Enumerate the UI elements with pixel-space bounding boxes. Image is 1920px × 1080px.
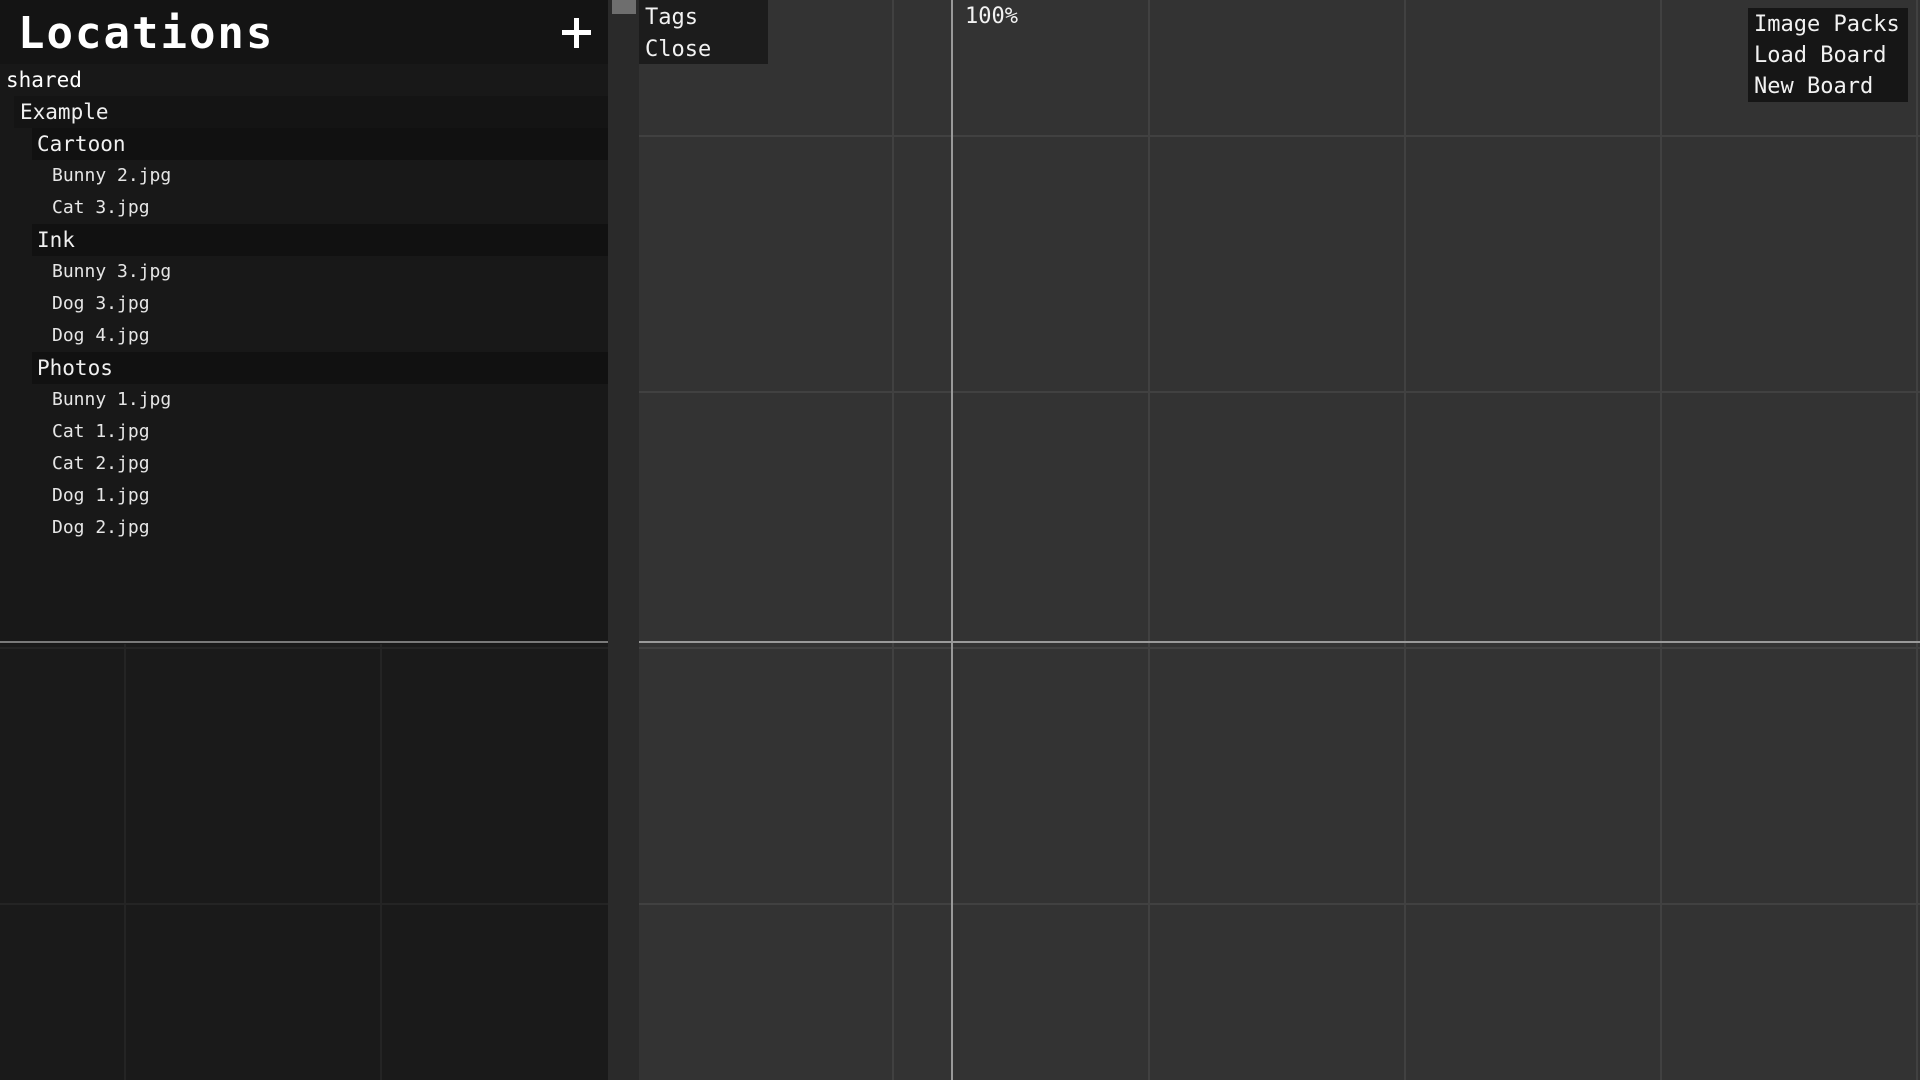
sidebar-scrollbar-thumb[interactable]: [612, 0, 636, 14]
tree-file[interactable]: Cat 2.jpg: [52, 448, 150, 480]
image-packs-button[interactable]: Image Packs: [1754, 10, 1900, 40]
panel-title: Locations: [18, 8, 275, 59]
tree-file[interactable]: Cat 3.jpg: [52, 192, 150, 224]
tree-file[interactable]: Bunny 2.jpg: [52, 160, 171, 192]
locations-header: Locations: [0, 0, 608, 64]
close-menu-item[interactable]: Close: [645, 35, 711, 65]
tree-file[interactable]: Bunny 3.jpg: [52, 256, 171, 288]
tree-file[interactable]: Cat 1.jpg: [52, 416, 150, 448]
tree-folder-cartoon[interactable]: Cartoon: [32, 128, 608, 160]
locations-panel: Locations shared Example Cartoon Bunny 2…: [0, 0, 608, 1080]
app-window: 100% Locations shared Example Cartoon Bu…: [0, 0, 1920, 1080]
tags-menu-item[interactable]: Tags: [645, 3, 698, 33]
file-tree: shared Example Cartoon Bunny 2.jpg Cat 3…: [0, 64, 608, 644]
tree-file[interactable]: Dog 3.jpg: [52, 288, 150, 320]
tree-file[interactable]: Dog 1.jpg: [52, 480, 150, 512]
add-location-button[interactable]: [556, 14, 596, 54]
tree-folder-ink[interactable]: Ink: [32, 224, 608, 256]
load-board-button[interactable]: Load Board: [1754, 41, 1886, 71]
tree-root-shared[interactable]: shared: [6, 64, 82, 96]
tree-folder-photos[interactable]: Photos: [32, 352, 608, 384]
origin-axis-vertical: [951, 0, 953, 1080]
new-board-button[interactable]: New Board: [1754, 72, 1873, 102]
board-menu: Image Packs Load Board New Board: [1748, 8, 1908, 102]
tree-file[interactable]: Dog 4.jpg: [52, 320, 150, 352]
tree-file[interactable]: Bunny 1.jpg: [52, 384, 171, 416]
tree-group-example[interactable]: Example: [14, 96, 608, 128]
sidebar-scrollbar-track[interactable]: [608, 0, 639, 1080]
zoom-level: 100%: [965, 4, 1018, 29]
panel-menu: Tags Close: [639, 0, 768, 64]
tree-file[interactable]: Dog 2.jpg: [52, 512, 150, 544]
panel-divider: [0, 641, 608, 643]
